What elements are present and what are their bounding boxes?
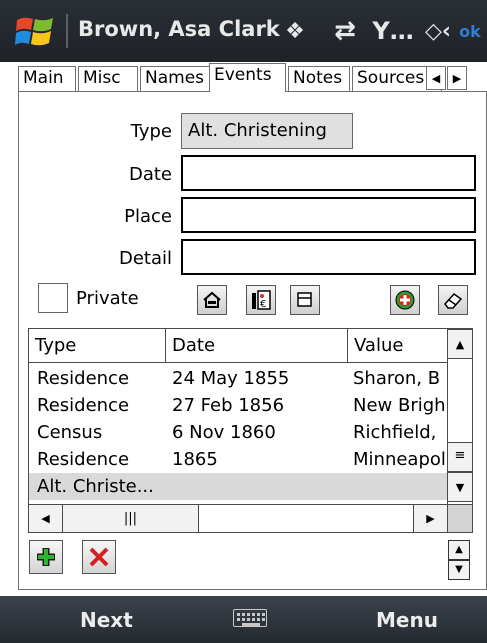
vertical-scrollbar[interactable]: ▲ ≡ ▼ bbox=[447, 329, 472, 504]
table-row[interactable]: Census 6 Nov 1860 Richfield, bbox=[29, 419, 447, 446]
row-date: 1865 bbox=[172, 449, 218, 470]
row-type: Residence bbox=[37, 395, 130, 416]
place-label: Place bbox=[124, 206, 172, 227]
spin-control[interactable]: ▲ ▼ bbox=[448, 540, 470, 580]
add-button[interactable] bbox=[29, 540, 63, 574]
bluetooth-icon[interactable]: ❖ bbox=[280, 12, 310, 50]
row-type: Residence bbox=[37, 368, 130, 389]
row-date: 24 May 1855 bbox=[172, 368, 290, 389]
scroll-right-button[interactable]: ▶ bbox=[413, 505, 447, 532]
copy-icon bbox=[297, 292, 312, 307]
clear-button[interactable] bbox=[438, 285, 468, 315]
row-type: Census bbox=[37, 422, 103, 443]
title-separator bbox=[66, 14, 68, 48]
row-date: 6 Nov 1860 bbox=[172, 422, 276, 443]
menu-softkey[interactable]: Menu bbox=[376, 608, 438, 632]
horizontal-scroll-thumb[interactable]: ||| bbox=[63, 505, 199, 532]
table-row[interactable]: Residence 27 Feb 1856 New Brigh bbox=[29, 392, 447, 419]
tab-events[interactable]: Events bbox=[209, 63, 286, 92]
tab-scroll-left-button[interactable]: ◀ bbox=[426, 66, 446, 90]
window-title: Brown, Asa Clark bbox=[78, 17, 280, 41]
row-value: Richfield, bbox=[353, 422, 437, 443]
tab-notes[interactable]: Notes bbox=[288, 66, 350, 91]
delete-x-icon bbox=[89, 547, 109, 567]
tab-misc[interactable]: Misc bbox=[78, 66, 138, 91]
row-date: 27 Feb 1856 bbox=[172, 395, 285, 416]
column-header-date[interactable]: Date bbox=[166, 329, 348, 362]
type-label: Type bbox=[130, 121, 172, 142]
vertical-scroll-thumb[interactable]: ≡ bbox=[447, 442, 472, 472]
detail-label: Detail bbox=[118, 248, 172, 269]
add-green-icon bbox=[395, 290, 415, 310]
signal-icon[interactable]: Y… bbox=[372, 12, 413, 50]
scrollbar-corner bbox=[447, 504, 472, 532]
horizontal-scrollbar[interactable]: ◀ ||| ▶ bbox=[29, 504, 447, 532]
scroll-left-button[interactable]: ◀ bbox=[29, 505, 63, 532]
next-softkey[interactable]: Next bbox=[80, 608, 133, 632]
svg-text:€: € bbox=[260, 299, 266, 310]
source-citation-icon: € bbox=[252, 290, 271, 310]
date-label: Date bbox=[128, 164, 172, 185]
table-row-selected[interactable]: Alt. Christe... bbox=[29, 473, 447, 500]
scroll-down-button[interactable]: ▼ bbox=[447, 472, 472, 502]
tab-strip: Main Misc Names Events Notes Sources ◀ ▶ bbox=[18, 62, 487, 92]
softkey-bar: Next Menu bbox=[0, 596, 487, 643]
row-type: Alt. Christe... bbox=[37, 476, 154, 497]
source-citation-button[interactable]: € bbox=[246, 285, 276, 315]
delete-button[interactable] bbox=[82, 540, 116, 574]
column-header-type[interactable]: Type bbox=[29, 329, 166, 362]
event-list[interactable]: Type Date Value Residence 24 May 1855 Sh… bbox=[28, 328, 473, 533]
title-bar: Brown, Asa Clark ❖ ⇄ Y… ◇‹ ok bbox=[0, 0, 487, 62]
table-row[interactable]: Residence 1865 Minneapol bbox=[29, 446, 447, 473]
private-label: Private bbox=[76, 288, 139, 309]
table-row[interactable]: Residence 24 May 1855 Sharon, B bbox=[29, 365, 447, 392]
keyboard-icon[interactable] bbox=[233, 609, 267, 627]
row-value: New Brigh bbox=[353, 395, 446, 416]
windows-start-icon[interactable] bbox=[14, 12, 56, 52]
vertical-scroll-track[interactable] bbox=[448, 359, 472, 444]
spin-up-button[interactable]: ▲ bbox=[448, 540, 470, 560]
tab-names[interactable]: Names bbox=[140, 66, 210, 91]
copy-button[interactable] bbox=[290, 285, 320, 315]
home-button[interactable] bbox=[197, 285, 227, 315]
detail-input[interactable] bbox=[181, 239, 476, 275]
type-field[interactable]: Alt. Christening bbox=[181, 113, 353, 149]
list-header: Type Date Value bbox=[29, 329, 447, 363]
tab-main[interactable]: Main bbox=[18, 66, 76, 91]
scroll-up-button[interactable]: ▲ bbox=[447, 329, 472, 359]
row-value: Minneapol bbox=[353, 449, 446, 470]
row-value: Sharon, B bbox=[353, 368, 441, 389]
volume-icon[interactable]: ◇‹ bbox=[423, 12, 453, 50]
tab-scroll-right-button[interactable]: ▶ bbox=[447, 66, 467, 90]
home-icon bbox=[203, 291, 221, 308]
eraser-icon bbox=[444, 293, 463, 309]
column-header-value[interactable]: Value bbox=[348, 329, 447, 362]
ok-button[interactable]: ok bbox=[455, 12, 485, 50]
private-checkbox[interactable] bbox=[38, 283, 68, 313]
date-input[interactable] bbox=[181, 155, 476, 191]
sync-icon[interactable]: ⇄ bbox=[328, 12, 362, 50]
plus-icon bbox=[37, 548, 55, 566]
add-event-button[interactable] bbox=[390, 285, 420, 315]
place-input[interactable] bbox=[181, 197, 476, 233]
row-type: Residence bbox=[37, 449, 130, 470]
spin-down-button[interactable]: ▼ bbox=[448, 560, 470, 580]
